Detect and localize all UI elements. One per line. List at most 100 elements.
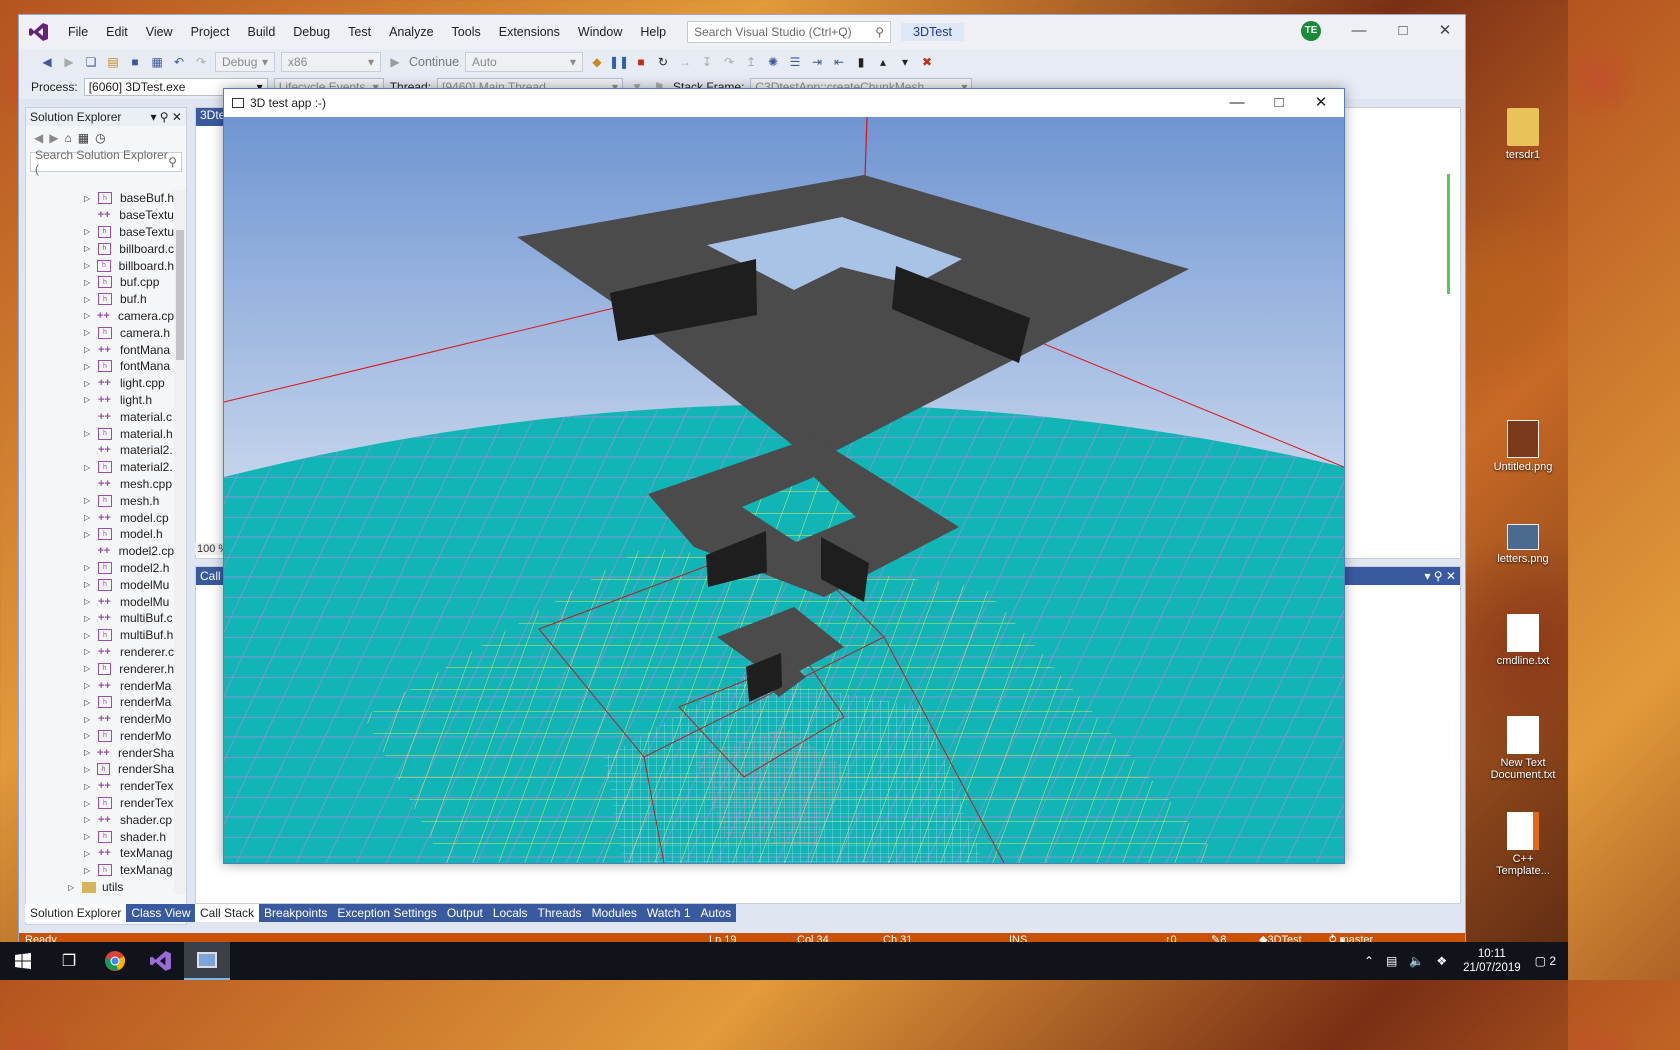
tab-threads[interactable]: Threads xyxy=(532,904,587,922)
expand-arrow-icon[interactable]: ▷ xyxy=(84,194,98,203)
panel-options-icon[interactable]: ▾ ⚲ ✕ xyxy=(1424,569,1456,583)
undo-icon[interactable]: ↶ xyxy=(171,54,187,70)
tree-item[interactable]: ▷ h buf.cpp xyxy=(26,274,174,291)
tree-item[interactable]: ▷ ++ renderer.c xyxy=(26,644,174,661)
show-next-statement-icon[interactable]: → xyxy=(677,54,693,70)
menu-project[interactable]: Project xyxy=(182,15,239,49)
tree-item[interactable]: ▷ ++ light.h xyxy=(26,392,174,409)
expand-arrow-icon[interactable]: ▷ xyxy=(84,278,98,287)
expand-arrow-icon[interactable]: ▷ xyxy=(84,362,98,371)
expand-arrow-icon[interactable]: ▷ xyxy=(84,429,98,438)
save-icon[interactable]: ■ xyxy=(127,54,143,70)
expand-arrow-icon[interactable]: ▷ xyxy=(84,379,98,388)
expand-arrow-icon[interactable]: ▷ xyxy=(84,244,98,253)
open-file-icon[interactable]: ▤ xyxy=(105,54,121,70)
expand-arrow-icon[interactable]: ▷ xyxy=(84,227,98,236)
expand-arrow-icon[interactable]: ▷ xyxy=(84,647,98,656)
play-icon[interactable]: ▶ xyxy=(387,54,403,70)
tree-item[interactable]: ▷ h baseBuf.h xyxy=(26,190,174,207)
restart-icon[interactable]: ↻ xyxy=(655,54,671,70)
minimize-icon[interactable]: — xyxy=(1216,89,1258,117)
maximize-icon[interactable]: □ xyxy=(1258,89,1300,117)
visual-studio-taskbar-icon[interactable] xyxy=(138,942,184,980)
expand-arrow-icon[interactable]: ▷ xyxy=(84,698,98,707)
hot-reload-icon[interactable]: ✺ xyxy=(765,54,781,70)
tab-breakpoints[interactable]: Breakpoints xyxy=(259,904,333,922)
expand-arrow-icon[interactable]: ▷ xyxy=(84,765,97,774)
tree-folder-utils[interactable]: ▷ utils xyxy=(26,879,174,894)
continue-button[interactable]: Continue xyxy=(409,55,459,69)
menu-help[interactable]: Help xyxy=(631,15,675,49)
expand-arrow-icon[interactable]: ▷ xyxy=(84,513,98,522)
switch-views-icon[interactable]: ▦ xyxy=(78,131,89,145)
step-over-icon[interactable]: ↷ xyxy=(721,54,737,70)
3d-viewport[interactable] xyxy=(224,117,1344,863)
expand-arrow-icon[interactable]: ▷ xyxy=(84,731,98,740)
desktop-icon-new-text[interactable]: New Text Document.txt xyxy=(1490,716,1556,781)
tree-item[interactable]: ▷ h camera.h xyxy=(26,324,174,341)
tree-item[interactable]: ++ model2.cp xyxy=(26,543,174,560)
tree-item[interactable]: ++ material2. xyxy=(26,442,174,459)
close-icon[interactable]: ✕ xyxy=(1423,15,1467,47)
menu-build[interactable]: Build xyxy=(238,15,284,49)
panel-options-icon[interactable]: ▾ ⚲ ✕ xyxy=(150,110,182,124)
tab-modules[interactable]: Modules xyxy=(586,904,642,922)
step-out-icon[interactable]: ↥ xyxy=(743,54,759,70)
visual-studio-logo-icon[interactable] xyxy=(19,15,59,49)
expand-arrow-icon[interactable]: ▷ xyxy=(84,563,98,572)
save-all-icon[interactable]: ▦ xyxy=(149,54,165,70)
expand-arrow-icon[interactable]: ▷ xyxy=(84,463,98,472)
menu-extensions[interactable]: Extensions xyxy=(490,15,569,49)
platform-dropdown[interactable]: x86 ▾ xyxy=(281,52,381,72)
tree-item[interactable]: ▷ ++ model.cp xyxy=(26,509,174,526)
diagnostics-icon[interactable]: ◆ xyxy=(589,54,605,70)
next-bookmark-icon[interactable]: ▾ xyxy=(897,54,913,70)
expand-arrow-icon[interactable]: ▷ xyxy=(84,261,97,270)
desktop-icon-folder[interactable]: tersdr1 xyxy=(1490,108,1556,161)
forward-icon[interactable]: ▶ xyxy=(61,54,77,70)
tree-item[interactable]: ▷ h billboard.h xyxy=(26,257,174,274)
forward-icon[interactable]: ▶ xyxy=(49,131,58,145)
tree-item[interactable]: ++ baseTextu xyxy=(26,207,174,224)
menu-file[interactable]: File xyxy=(59,15,97,49)
expand-arrow-icon[interactable]: ▷ xyxy=(84,311,97,320)
tab-autos[interactable]: Autos xyxy=(695,904,737,922)
config-dropdown[interactable]: Debug ▾ xyxy=(215,52,275,72)
expand-arrow-icon[interactable]: ▷ xyxy=(84,345,98,354)
minimize-icon[interactable]: — xyxy=(1337,15,1381,47)
bookmark-icon[interactable]: ▮ xyxy=(853,54,869,70)
solution-search-input[interactable]: Search Solution Explorer ( ⚲ xyxy=(30,148,182,176)
pending-changes-icon[interactable]: ◷ xyxy=(95,131,105,145)
tree-item[interactable]: ▷ ++ multiBuf.c xyxy=(26,610,174,627)
expand-arrow-icon[interactable]: ▷ xyxy=(84,799,98,808)
tree-item[interactable]: ▷ ++ fontMana xyxy=(26,341,174,358)
task-view-icon[interactable]: ❐ xyxy=(46,942,92,980)
tree-item[interactable]: ▷ h mesh.h xyxy=(26,492,174,509)
expand-arrow-icon[interactable]: ▷ xyxy=(84,530,98,539)
expand-arrow-icon[interactable]: ▷ xyxy=(84,681,98,690)
user-avatar[interactable]: TE xyxy=(1301,21,1321,41)
target-dropdown[interactable]: Auto ▾ xyxy=(465,52,584,72)
tree-item[interactable]: ▷ h multiBuf.h xyxy=(26,627,174,644)
thread-icon[interactable]: ☰ xyxy=(787,54,803,70)
expand-arrow-icon[interactable]: ▷ xyxy=(84,849,98,858)
expand-arrow-icon[interactable]: ▷ xyxy=(84,832,98,841)
menu-edit[interactable]: Edit xyxy=(97,15,137,49)
redo-icon[interactable]: ↷ xyxy=(193,54,209,70)
expand-arrow-icon[interactable]: ▷ xyxy=(84,715,98,724)
tree-item[interactable]: ▷ h renderSha xyxy=(26,761,174,778)
tree-item[interactable]: ▷ h billboard.c xyxy=(26,240,174,257)
tree-item[interactable]: ▷ ++ texManag xyxy=(26,845,174,862)
expand-arrow-icon[interactable]: ▷ xyxy=(84,614,98,623)
clock[interactable]: 10:11 21/07/2019 xyxy=(1463,947,1521,975)
tree-item[interactable]: ▷ ++ renderTex xyxy=(26,778,174,795)
menu-window[interactable]: Window xyxy=(569,15,631,49)
expand-arrow-icon[interactable]: ▷ xyxy=(84,664,98,673)
tree-item[interactable]: ▷ h model.h xyxy=(26,526,174,543)
tree-item[interactable]: ▷ h shader.h xyxy=(26,828,174,845)
pause-icon[interactable]: ❚❚ xyxy=(609,54,629,70)
expand-arrow-icon[interactable]: ▷ xyxy=(84,748,97,757)
tree-item[interactable]: ++ material.c xyxy=(26,408,174,425)
notifications-icon[interactable]: ▢ 2 xyxy=(1535,954,1556,968)
network-icon[interactable]: ▤ xyxy=(1386,954,1397,968)
